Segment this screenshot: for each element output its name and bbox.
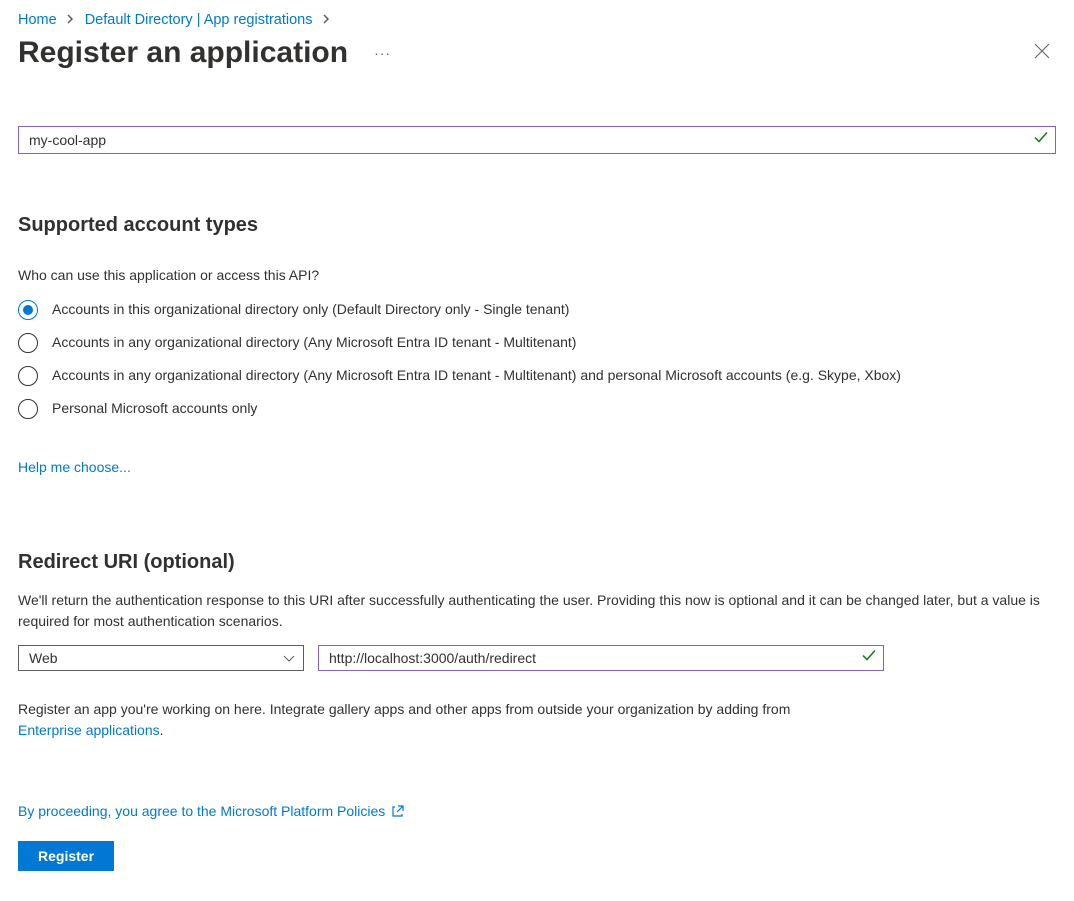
- platform-policies-text: By proceeding, you agree to the Microsof…: [18, 803, 385, 819]
- platform-select[interactable]: Web: [18, 645, 304, 671]
- check-icon: [1034, 131, 1048, 150]
- redirect-uri-heading: Redirect URI (optional): [18, 551, 1056, 574]
- radio-multitenant[interactable]: Accounts in any organizational directory…: [18, 332, 1056, 353]
- redirect-uri-input[interactable]: [318, 645, 884, 671]
- bottom-bar: By proceeding, you agree to the Microsof…: [0, 770, 1074, 901]
- breadcrumb-directory[interactable]: Default Directory | App registrations: [85, 12, 313, 28]
- radio-icon: [18, 300, 38, 320]
- page-header: Register an application ···: [18, 36, 1056, 70]
- check-icon: [862, 648, 876, 667]
- platform-policies-link[interactable]: By proceeding, you agree to the Microsof…: [18, 803, 405, 819]
- chevron-down-icon: [283, 650, 295, 666]
- platform-select-value: Web: [29, 650, 58, 666]
- radio-label: Personal Microsoft accounts only: [52, 398, 1056, 419]
- radio-icon: [18, 333, 38, 353]
- enterprise-hint: Register an app you're working on here. …: [18, 699, 1056, 741]
- app-name-field-wrap: [18, 126, 1056, 154]
- help-me-choose-link[interactable]: Help me choose...: [18, 459, 131, 475]
- close-icon[interactable]: [1028, 37, 1056, 70]
- radio-label: Accounts in this organizational director…: [52, 299, 1056, 320]
- radio-multitenant-personal[interactable]: Accounts in any organizational directory…: [18, 365, 1056, 386]
- radio-icon: [18, 399, 38, 419]
- page-title: Register an application: [18, 36, 348, 70]
- radio-icon: [18, 366, 38, 386]
- app-name-input[interactable]: [18, 126, 1056, 154]
- register-button[interactable]: Register: [18, 841, 114, 871]
- radio-personal-only[interactable]: Personal Microsoft accounts only: [18, 398, 1056, 419]
- enterprise-applications-link[interactable]: Enterprise applications: [18, 722, 160, 738]
- radio-single-tenant[interactable]: Accounts in this organizational director…: [18, 299, 1056, 320]
- account-types-question: Who can use this application or access t…: [18, 265, 1056, 285]
- enterprise-hint-text: Register an app you're working on here. …: [18, 701, 790, 717]
- chevron-right-icon: [67, 13, 75, 27]
- external-link-icon: [391, 804, 405, 818]
- breadcrumb-home[interactable]: Home: [18, 12, 57, 28]
- redirect-uri-desc: We'll return the authentication response…: [18, 590, 1056, 631]
- chevron-right-icon: [323, 13, 331, 27]
- radio-label: Accounts in any organizational directory…: [52, 332, 1056, 353]
- more-icon[interactable]: ···: [370, 41, 395, 65]
- radio-label: Accounts in any organizational directory…: [52, 365, 1056, 386]
- account-types-heading: Supported account types: [18, 214, 1056, 237]
- breadcrumb: Home Default Directory | App registratio…: [18, 12, 1056, 28]
- redirect-uri-row: Web: [18, 645, 1056, 671]
